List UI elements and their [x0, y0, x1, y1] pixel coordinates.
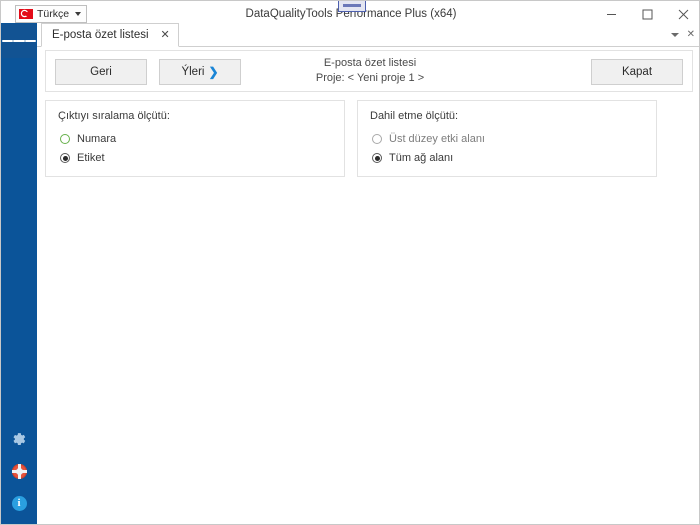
chevron-right-icon: ❯ — [208, 66, 218, 78]
close-icon[interactable]: ✕ — [687, 30, 695, 40]
group-sort-order-title: Çıktıyı sıralama ölçütü: — [58, 110, 170, 122]
radio-option-all-network-domain[interactable]: Tüm ağ alanı — [372, 152, 453, 164]
group-sort-order: Çıktıyı sıralama ölçütü: Numara Etiket — [45, 100, 345, 177]
radio-option-numara[interactable]: Numara — [60, 133, 116, 145]
snap-handle-bar — [343, 4, 361, 7]
radio-icon — [60, 153, 70, 163]
info-icon: i — [12, 496, 27, 511]
language-selector-label: Türkçe — [37, 8, 75, 20]
radio-option-label: Üst düzey etki alanı — [389, 133, 485, 145]
radio-option-label: Tüm ağ alanı — [389, 152, 453, 164]
next-button[interactable]: Ýleri ❯ — [159, 59, 241, 85]
radio-icon — [372, 134, 382, 144]
application-window: DataQualityTools Performance Plus (x64) … — [0, 0, 700, 525]
chevron-down-icon — [75, 12, 81, 16]
close-icon[interactable]: ✕ — [161, 30, 170, 41]
left-sidebar: i — [1, 23, 37, 525]
hamburger-bar — [25, 40, 36, 42]
wizard-toolbar: E-posta özet listesi Proje: < Yeni proje… — [45, 50, 693, 92]
turkey-flag-icon — [19, 9, 33, 19]
group-inclusion-criteria-title: Dahil etme ölçütü: — [370, 110, 458, 122]
tab-bar-actions: ✕ — [671, 23, 695, 47]
radio-icon — [372, 153, 382, 163]
radio-icon — [60, 134, 70, 144]
group-inclusion-criteria: Dahil etme ölçütü: Üst düzey etki alanı … — [357, 100, 657, 177]
close-wizard-button[interactable]: Kapat — [591, 59, 683, 85]
window-snap-handle[interactable] — [338, 1, 366, 12]
chevron-down-icon[interactable] — [671, 33, 679, 37]
close-wizard-button-label: Kapat — [622, 66, 652, 78]
radio-option-top-level-domain[interactable]: Üst düzey etki alanı — [372, 133, 485, 145]
content-area: E-posta özet listesi Proje: < Yeni proje… — [37, 47, 700, 525]
lifebuoy-bar-v — [18, 464, 21, 479]
radio-option-label: Etiket — [77, 152, 105, 164]
hamburger-menu-icon[interactable] — [2, 24, 36, 58]
radio-option-etiket[interactable]: Etiket — [60, 152, 105, 164]
sidebar-item-help[interactable] — [1, 455, 37, 487]
sidebar-item-about[interactable]: i — [1, 487, 37, 519]
lifebuoy-icon — [12, 464, 27, 479]
tab-email-summary-list[interactable]: E-posta özet listesi ✕ — [41, 23, 179, 47]
tab-label: E-posta özet listesi — [52, 29, 149, 41]
hamburger-bar — [13, 40, 24, 42]
sidebar-item-settings[interactable] — [1, 423, 37, 455]
sidebar-bottom-icons: i — [1, 423, 37, 519]
language-selector[interactable]: Türkçe — [15, 5, 87, 23]
next-button-label: Ýleri — [181, 66, 204, 78]
hamburger-bar — [2, 40, 13, 42]
back-button[interactable]: Geri — [55, 59, 147, 85]
tab-bar: E-posta özet listesi ✕ ✕ — [37, 23, 700, 47]
radio-option-label: Numara — [77, 133, 116, 145]
back-button-label: Geri — [90, 66, 112, 78]
